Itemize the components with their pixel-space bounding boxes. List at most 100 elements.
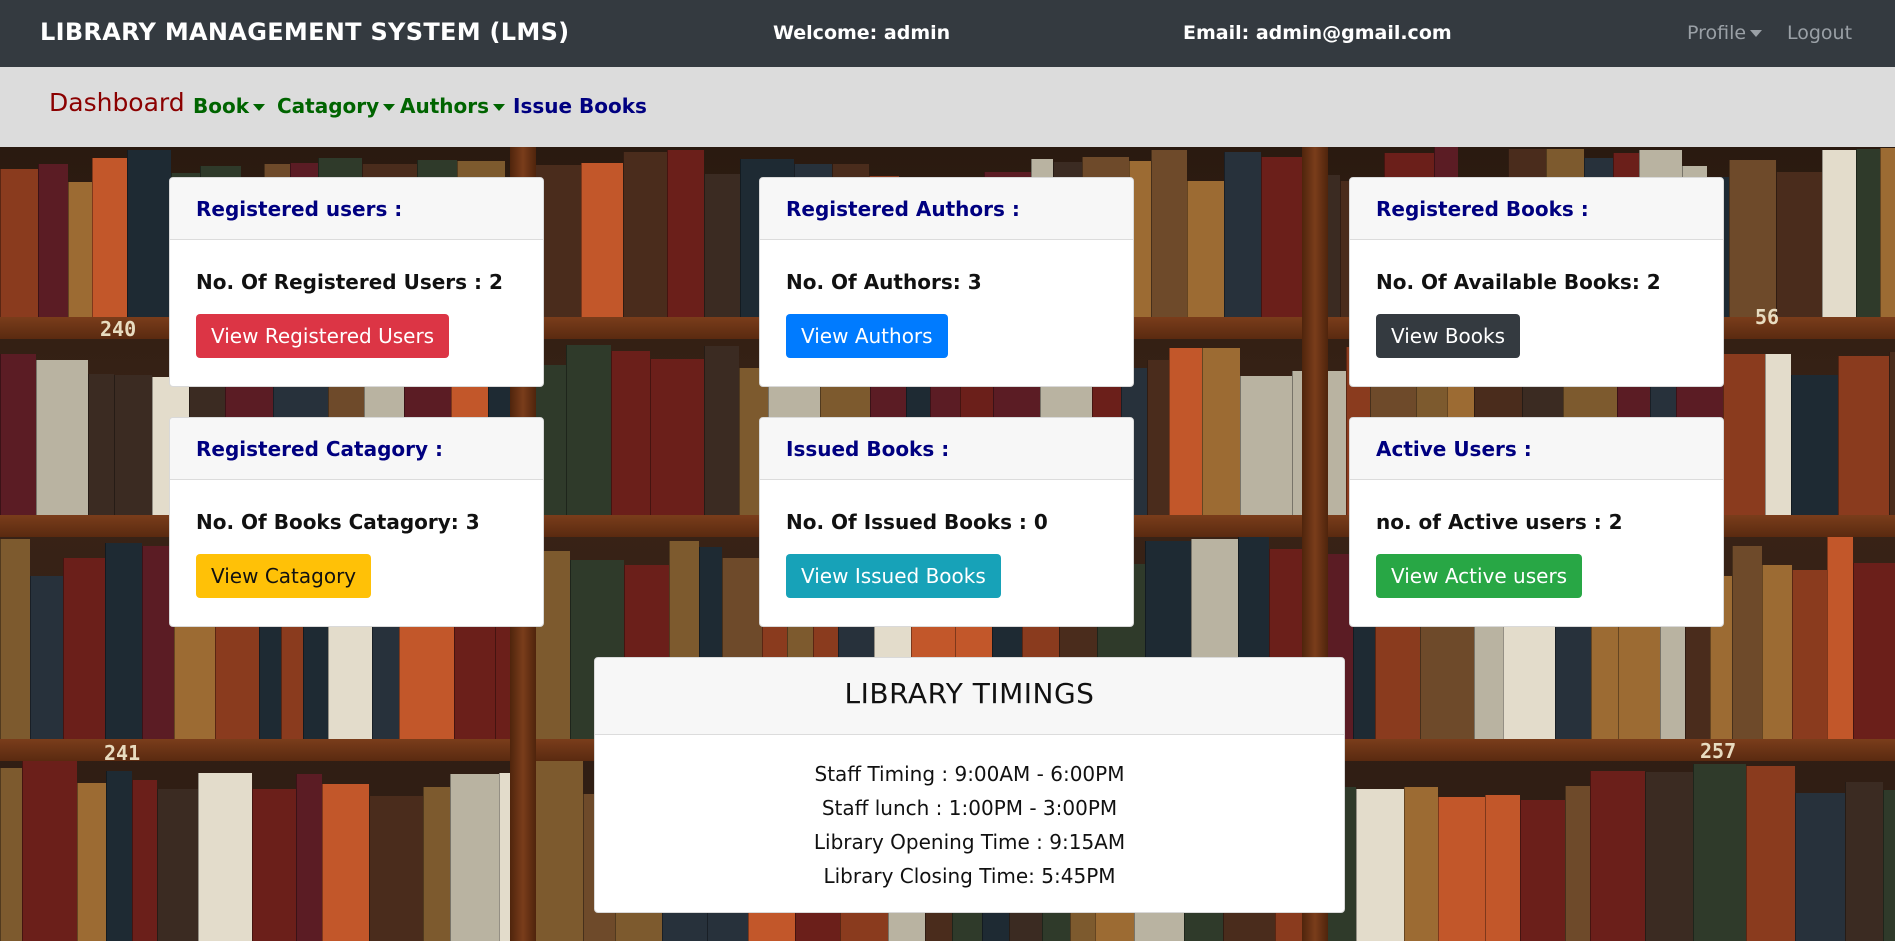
email-text: Email: admin@gmail.com <box>1183 22 1452 44</box>
card-active-users: Active Users : no. of Active users : 2 V… <box>1349 417 1724 627</box>
book-spine <box>1856 149 1880 317</box>
view-issued-books-button[interactable]: View Issued Books <box>786 554 1001 598</box>
book-spine <box>1240 376 1292 515</box>
view-registered-users-button[interactable]: View Registered Users <box>196 314 450 358</box>
book-spine <box>127 150 171 317</box>
card-title: Active Users : <box>1350 418 1723 480</box>
card-title: Registered users : <box>170 178 543 240</box>
book-spine <box>1776 172 1822 317</box>
book-spine <box>1187 181 1224 317</box>
book-spine <box>63 558 105 739</box>
book-spine <box>322 784 369 941</box>
book-spine <box>1729 160 1776 317</box>
card-title: Registered Books : <box>1350 178 1723 240</box>
books-count: No. Of Available Books: 2 <box>1376 270 1661 294</box>
book-spine <box>1485 795 1520 941</box>
nav-catagory-label: Catagory <box>277 94 380 118</box>
book-spine <box>1356 789 1404 941</box>
book-spine <box>1889 352 1895 515</box>
book-spine <box>1438 797 1485 941</box>
app-title: LIBRARY MANAGEMENT SYSTEM (LMS) <box>40 18 570 46</box>
registered-users-count: No. Of Registered Users : 2 <box>196 270 503 294</box>
shelf-label: 240 <box>100 317 137 341</box>
book-spine <box>114 375 152 515</box>
view-catagory-button[interactable]: View Catagory <box>196 554 372 598</box>
book-spine <box>1520 800 1565 941</box>
nav-dashboard[interactable]: Dashboard <box>49 88 185 117</box>
book-spine <box>650 359 704 515</box>
issued-books-count: No. Of Issued Books : 0 <box>786 510 1048 534</box>
book-spine <box>529 761 583 941</box>
chevron-down-icon <box>493 104 506 111</box>
staff-timing: Staff Timing : 9:00AM - 6:00PM <box>814 762 1125 786</box>
book-spine <box>1853 563 1895 739</box>
shelf-label: 56 <box>1755 305 1780 329</box>
logout-link[interactable]: Logout <box>1787 22 1852 44</box>
book-spine <box>1590 771 1645 941</box>
book-spine <box>36 360 88 515</box>
library-timings-panel: LIBRARY TIMINGS Staff Timing : 9:00AM - … <box>594 657 1345 913</box>
book-spine <box>0 169 38 317</box>
book-spine <box>623 152 667 317</box>
card-registered-books: Registered Books : No. Of Available Book… <box>1349 177 1724 387</box>
book-spine <box>1880 148 1895 317</box>
main-nav: Dashboard Book Catagory Authors Issue Bo… <box>0 67 1895 147</box>
book-spine <box>105 543 142 739</box>
shelf-label: 257 <box>1700 739 1737 763</box>
book-spine <box>667 150 704 317</box>
card-issued-books: Issued Books : No. Of Issued Books : 0 V… <box>759 417 1134 627</box>
book-spine <box>1765 354 1791 515</box>
book-spine <box>1822 150 1856 317</box>
view-active-users-button[interactable]: View Active users <box>1376 554 1583 598</box>
shelf-label: 241 <box>104 741 141 765</box>
nav-authors-label: Authors <box>400 94 490 118</box>
book-spine <box>38 164 68 317</box>
view-books-button[interactable]: View Books <box>1376 314 1521 358</box>
book-spine <box>704 174 740 317</box>
book-spine <box>92 158 127 317</box>
book-spine <box>450 774 499 941</box>
book-spine <box>1723 354 1765 515</box>
book-spine <box>0 768 22 941</box>
book-spine <box>1791 375 1838 515</box>
top-header: LIBRARY MANAGEMENT SYSTEM (LMS) Welcome:… <box>0 0 1895 67</box>
book-spine <box>566 345 611 515</box>
nav-book-dropdown[interactable]: Book <box>193 94 266 118</box>
book-spine <box>132 780 157 941</box>
book-spine <box>1746 766 1795 941</box>
nav-issue-books[interactable]: Issue Books <box>513 94 647 118</box>
staff-lunch: Staff lunch : 1:00PM - 3:00PM <box>821 796 1118 820</box>
book-spine <box>198 773 252 941</box>
book-spine <box>1693 764 1746 941</box>
view-authors-button[interactable]: View Authors <box>786 314 948 358</box>
active-users-count: no. of Active users : 2 <box>1376 510 1623 534</box>
card-registered-users: Registered users : No. Of Registered Use… <box>169 177 544 387</box>
book-spine <box>1151 150 1187 317</box>
profile-dropdown[interactable]: Profile <box>1687 22 1763 44</box>
book-spine <box>1838 356 1889 515</box>
profile-label: Profile <box>1687 22 1747 44</box>
book-spine <box>423 787 450 941</box>
nav-catagory-dropdown[interactable]: Catagory <box>277 94 396 118</box>
nav-authors-dropdown[interactable]: Authors <box>400 94 506 118</box>
book-spine <box>1224 152 1261 317</box>
card-registered-catagory: Registered Catagory : No. Of Books Catag… <box>169 417 544 627</box>
book-spine <box>1169 348 1202 515</box>
book-spine <box>581 163 623 317</box>
welcome-text: Welcome: admin <box>773 22 951 44</box>
chevron-down-icon <box>1750 30 1763 37</box>
book-spine <box>1147 360 1169 515</box>
book-spine <box>1732 546 1762 739</box>
book-spine <box>106 771 132 941</box>
nav-book-label: Book <box>193 94 250 118</box>
book-spine <box>1404 787 1438 941</box>
book-spine <box>1645 772 1693 941</box>
book-spine <box>1202 348 1240 515</box>
book-spine <box>68 182 92 317</box>
book-spine <box>77 783 106 941</box>
book-spine <box>369 796 423 941</box>
book-spine <box>0 354 36 515</box>
card-registered-authors: Registered Authors : No. Of Authors: 3 V… <box>759 177 1134 387</box>
book-spine <box>296 774 322 941</box>
book-spine <box>252 789 296 941</box>
